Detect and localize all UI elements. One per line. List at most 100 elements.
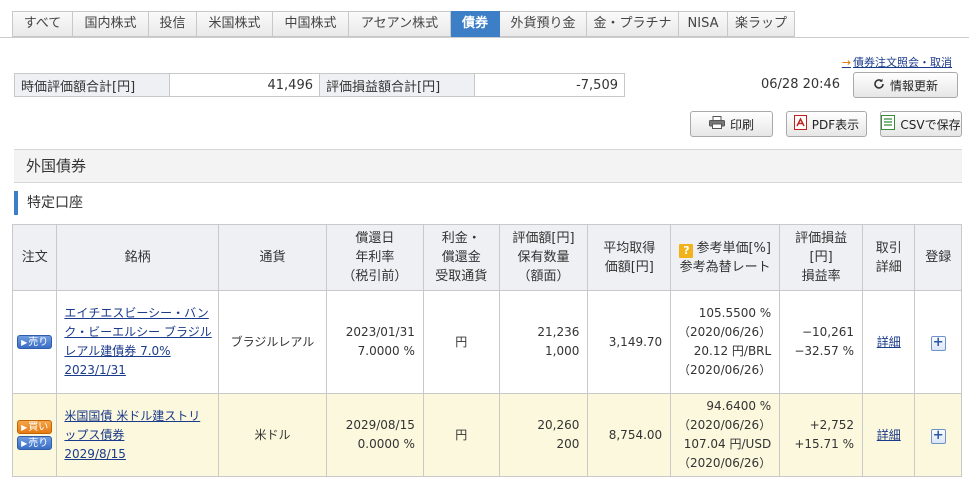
ref-price-date: （2020/06/26） bbox=[678, 418, 772, 432]
header-avg-price: 平均取得 価額[円] bbox=[587, 224, 672, 291]
interest-currency-cell: 円 bbox=[422, 290, 500, 394]
redemption-date: 2029/08/15 bbox=[345, 418, 415, 432]
tab-domestic-stock[interactable]: 国内株式 bbox=[73, 11, 149, 37]
detail-link[interactable]: 詳細 bbox=[877, 335, 901, 349]
currency-cell: 米ドル bbox=[217, 393, 327, 477]
bond-name-cell: 米国国債 米ドル建ストリップス債券 2029/8/15 bbox=[56, 393, 219, 477]
header-ref-price-2: 参考為替レート bbox=[679, 259, 771, 275]
table-row: ▶売り エイチエスビーシー・バンク・ビーエルシー ブラジルレアル建債券 7.0%… bbox=[11, 290, 962, 394]
tab-nisa[interactable]: NISA bbox=[679, 11, 728, 37]
pl-cell: −10,261 −32.57 % bbox=[779, 290, 863, 394]
tab-gold-platinum[interactable]: 金・プラチナ bbox=[587, 11, 679, 37]
tab-fx-deposit[interactable]: 外貨預り金 bbox=[500, 11, 587, 37]
ref-price-cell: 94.6400 % （2020/06/26） 107.04 円/USD （202… bbox=[670, 393, 781, 477]
ref-price: 105.5500 % bbox=[698, 306, 772, 320]
pdf-icon bbox=[793, 115, 807, 133]
refresh-button[interactable]: 情報更新 bbox=[853, 72, 958, 98]
print-button[interactable]: 印刷 bbox=[690, 111, 773, 137]
sell-label: 売り bbox=[28, 337, 49, 348]
order-cell: ▶売り bbox=[11, 290, 58, 394]
tab-asean-stock[interactable]: アセアン株式 bbox=[349, 11, 451, 37]
avg-price-cell: 8,754.00 bbox=[587, 393, 672, 477]
ref-price-cell: 105.5500 % （2020/06/26） 20.12 円/BRL （202… bbox=[670, 290, 781, 394]
buy-button[interactable]: ▶買い bbox=[17, 420, 53, 434]
asset-tabs: すべて 国内株式 投信 米国株式 中国株式 アセアン株式 債券 外貨預り金 金・… bbox=[12, 11, 795, 37]
header-interest: 利金・ 償還金 受取通貨 bbox=[422, 224, 500, 291]
valuation-value: 21,236 bbox=[537, 325, 580, 339]
tab-fund[interactable]: 投信 bbox=[149, 11, 197, 37]
pdf-button[interactable]: PDF表示 bbox=[786, 111, 867, 137]
pl-cell: +2,752 +15.71 % bbox=[779, 393, 863, 477]
tabs-divider bbox=[0, 37, 969, 38]
summary-table: 時価評価額合計[円] 41,496 評価損益額合計[円] -7,509 bbox=[14, 73, 625, 97]
header-detail-2: 詳細 bbox=[875, 259, 902, 275]
register-cell: + bbox=[914, 393, 962, 477]
header-pretax: （税引前） bbox=[342, 269, 408, 284]
bond-name-cell: エイチエスビーシー・バンク・ビーエルシー ブラジルレアル建債券 7.0% 202… bbox=[56, 290, 219, 394]
ref-price-date: （2020/06/26） bbox=[678, 325, 772, 339]
order-cell: ▶買い ▶売り bbox=[11, 393, 58, 477]
header-pl-3: 損益率 bbox=[801, 269, 841, 284]
header-name: 銘柄 bbox=[56, 224, 219, 291]
pl-value: +2,752 bbox=[809, 418, 854, 432]
fx-date: （2020/06/26） bbox=[678, 456, 772, 470]
profit-loss-value: -7,509 bbox=[474, 73, 625, 97]
profit-loss-label: 評価損益額合計[円] bbox=[319, 73, 475, 97]
currency-cell: ブラジルレアル bbox=[217, 290, 327, 394]
header-detail: 取引 詳細 bbox=[861, 224, 916, 291]
pdf-label: PDF表示 bbox=[811, 117, 860, 132]
fx-date: （2020/06/26） bbox=[678, 363, 772, 377]
holding-quantity: 1,000 bbox=[545, 344, 580, 358]
register-cell: + bbox=[914, 290, 962, 394]
valuation-value: 20,260 bbox=[537, 418, 580, 432]
bond-name-link[interactable]: 米国国債 米ドル建ストリップス債券 bbox=[64, 407, 212, 445]
redemption-cell: 2029/08/15 0.0000 % bbox=[325, 393, 424, 477]
tab-bonds[interactable]: 債券 bbox=[451, 11, 500, 37]
annual-rate: 0.0000 % bbox=[357, 437, 415, 451]
market-value-label: 時価評価額合計[円] bbox=[14, 73, 170, 97]
header-pl: 評価損益 [円] 損益率 bbox=[779, 224, 863, 291]
header-pl-2: [円] bbox=[809, 250, 833, 265]
tab-us-stock[interactable]: 米国株式 bbox=[197, 11, 273, 37]
header-pl-1: 評価損益 bbox=[795, 231, 848, 246]
sell-button[interactable]: ▶売り bbox=[17, 335, 53, 349]
csv-label: CSVで保存 bbox=[900, 117, 961, 132]
table-row: ▶買い ▶売り 米国国債 米ドル建ストリップス債券 2029/8/15 米ドル … bbox=[11, 393, 962, 477]
bond-name-link[interactable]: エイチエスビーシー・バンク・ビーエルシー ブラジルレアル建債券 7.0% bbox=[64, 304, 212, 361]
printer-icon bbox=[708, 116, 725, 132]
pl-value: −10,261 bbox=[801, 325, 854, 339]
market-value: 41,496 bbox=[169, 73, 320, 97]
sell-button[interactable]: ▶売り bbox=[17, 436, 53, 450]
header-annual-rate: 年利率 bbox=[355, 250, 395, 265]
tab-rakuwrap[interactable]: 楽ラップ bbox=[728, 11, 795, 37]
add-register-icon[interactable]: + bbox=[930, 335, 946, 351]
valuation-cell: 20,260 200 bbox=[498, 393, 589, 477]
header-valuation-2: 保有数量 bbox=[517, 250, 570, 265]
header-row: 注文 銘柄 通貨 償還日 年利率 （税引前） 利金・ 償還金 受取通貨 評価額[… bbox=[11, 224, 962, 291]
bond-order-inquiry-link[interactable]: → 債券注文照会・取消 bbox=[842, 54, 952, 70]
refresh-label: 情報更新 bbox=[889, 78, 938, 93]
redemption-cell: 2023/01/31 7.0000 % bbox=[325, 290, 424, 394]
detail-cell: 詳細 bbox=[861, 393, 916, 477]
header-detail-1: 取引 bbox=[875, 240, 902, 256]
add-register-icon[interactable]: + bbox=[930, 428, 946, 444]
header-avg-price-1: 平均取得 bbox=[603, 240, 656, 256]
header-order: 注文 bbox=[11, 224, 58, 291]
bond-maturity[interactable]: 2023/1/31 bbox=[64, 361, 212, 380]
help-icon[interactable]: ? bbox=[679, 243, 694, 258]
bond-order-inquiry-label[interactable]: 債券注文照会・取消 bbox=[853, 56, 952, 69]
bond-maturity[interactable]: 2029/8/15 bbox=[64, 445, 212, 464]
valuation-cell: 21,236 1,000 bbox=[498, 290, 589, 394]
header-redemption-date: 償還日 bbox=[355, 231, 395, 246]
holdings-table: 注文 銘柄 通貨 償還日 年利率 （税引前） 利金・ 償還金 受取通貨 評価額[… bbox=[11, 224, 962, 477]
csv-button[interactable]: CSVで保存 bbox=[880, 111, 962, 137]
buy-label: 買い bbox=[28, 422, 49, 433]
tab-all[interactable]: すべて bbox=[12, 11, 73, 37]
header-interest-1: 利金・ bbox=[441, 231, 481, 246]
tab-china-stock[interactable]: 中国株式 bbox=[273, 11, 349, 37]
csv-icon bbox=[881, 115, 896, 133]
redemption-date: 2023/01/31 bbox=[345, 325, 415, 339]
header-register: 登録 bbox=[914, 224, 962, 291]
sell-label: 売り bbox=[28, 438, 49, 449]
detail-link[interactable]: 詳細 bbox=[877, 428, 901, 442]
